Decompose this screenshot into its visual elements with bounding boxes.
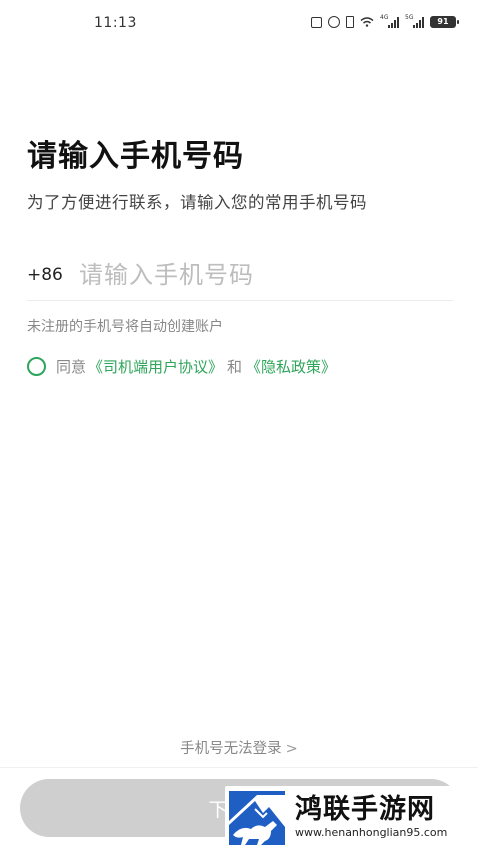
cannot-login-label: 手机号无法登录 xyxy=(180,741,282,757)
signal-network-tag: 4G xyxy=(380,13,389,21)
agree-and-text: 和 xyxy=(227,358,243,376)
vibrate-icon xyxy=(346,16,354,28)
user-agreement-link[interactable]: 《司机端用户协议》 xyxy=(88,356,223,377)
signal-network-tag-2: 5G xyxy=(405,13,414,21)
status-bar: 11:13 4G 5G 91 xyxy=(0,0,478,46)
phone-input-row: +86 xyxy=(27,254,453,301)
page-subtitle: 为了方便进行联系，请输入您的常用手机号码 xyxy=(27,193,367,212)
status-icons: 4G 5G 91 xyxy=(311,13,459,28)
battery-icon: 91 xyxy=(430,16,459,28)
watermark-logo xyxy=(227,787,289,847)
agree-prefix: 同意 xyxy=(56,358,87,376)
page-title: 请输入手机号码 xyxy=(27,139,244,174)
watermark-title: 鸿联手游网 xyxy=(295,794,435,825)
bottom-divider xyxy=(0,767,478,768)
signal-icon-2: 5G xyxy=(405,13,424,28)
watermark-text: 鸿联手游网 www.henanhonglian95.com xyxy=(295,794,447,840)
chevron-right-icon: > xyxy=(285,741,298,757)
watermark: 鸿联手游网 www.henanhonglian95.com xyxy=(225,786,471,848)
agreement-checkbox[interactable] xyxy=(27,357,46,376)
phone-input[interactable] xyxy=(79,256,439,294)
privacy-policy-link[interactable]: 《隐私政策》 xyxy=(246,356,336,377)
cannot-login-link[interactable]: 手机号无法登录 > xyxy=(0,737,478,758)
agreement-row: 同意 《司机端用户协议》 和 《隐私政策》 xyxy=(27,356,336,377)
status-time: 11:13 xyxy=(94,15,137,31)
battery-level: 91 xyxy=(431,17,455,27)
login-screen: 11:13 4G 5G 91 请输入手机号码 为了方便进行联系，请输入您的常用手… xyxy=(0,0,478,850)
register-hint: 未注册的手机号将自动创建账户 xyxy=(27,319,223,335)
signal-icon: 4G xyxy=(380,13,399,28)
watermark-url: www.henanhonglian95.com xyxy=(295,826,448,839)
alarm-icon xyxy=(328,16,340,28)
nfc-icon xyxy=(311,16,322,28)
country-code[interactable]: +86 xyxy=(27,265,63,285)
wifi-icon xyxy=(360,17,374,27)
